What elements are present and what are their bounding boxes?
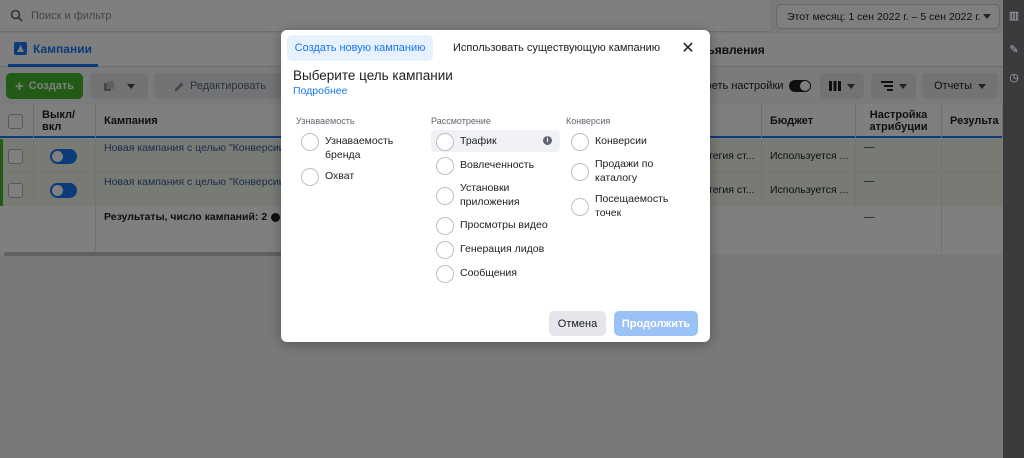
objective-label: Генерация лидов	[460, 243, 545, 255]
tab-create-new-campaign[interactable]: Создать новую кампанию	[287, 35, 433, 61]
radio-button[interactable]	[436, 241, 454, 259]
radio-button[interactable]	[301, 168, 319, 186]
objective-conversions[interactable]: Конверсии	[571, 133, 681, 151]
continue-button[interactable]: Продолжить	[614, 311, 698, 336]
edit-icon[interactable]: ✎	[1008, 44, 1020, 56]
conversion-heading: Конверсия	[566, 116, 611, 126]
radio-button[interactable]	[571, 163, 589, 181]
objective-label: Трафик	[460, 135, 497, 147]
campaign-objective-dialog: Создать новую кампанию Использовать суще…	[281, 30, 710, 342]
objective-label: Просмотры видео	[460, 219, 548, 231]
objective-reach[interactable]: Охват	[301, 168, 411, 186]
radio-button[interactable]	[571, 198, 589, 216]
radio-button[interactable]	[571, 133, 589, 151]
objective-label: Охват	[325, 170, 355, 182]
radio-button[interactable]	[301, 133, 319, 151]
objective-app-installs[interactable]: Установки приложения	[436, 181, 536, 209]
radio-button[interactable]	[436, 187, 454, 205]
history-icon[interactable]: ◷	[1008, 72, 1020, 84]
objective-lead-generation[interactable]: Генерация лидов	[436, 241, 556, 259]
objective-messages[interactable]: Сообщения	[436, 265, 556, 283]
consideration-heading: Рассмотрение	[431, 116, 491, 126]
objective-catalog-sales[interactable]: Продажи по каталогу	[571, 157, 661, 185]
radio-button[interactable]	[436, 133, 454, 151]
side-panel: ▥ ✎ ◷	[1003, 0, 1024, 458]
info-icon[interactable]: i	[543, 136, 552, 145]
bar-chart-icon[interactable]: ▥	[1008, 10, 1020, 22]
radio-button[interactable]	[436, 265, 454, 283]
objective-label: Посещаемость точек	[595, 193, 669, 219]
objective-label: Конверсии	[595, 135, 647, 147]
objective-label: Вовлеченность	[460, 159, 535, 171]
radio-button[interactable]	[436, 217, 454, 235]
objective-store-traffic[interactable]: Посещаемость точек	[571, 192, 681, 220]
objective-video-views[interactable]: Просмотры видео	[436, 217, 556, 235]
objective-label: Сообщения	[460, 267, 517, 279]
objective-brand-awareness[interactable]: Узнаваемость бренда	[301, 133, 411, 162]
awareness-heading: Узнаваемость	[296, 116, 355, 126]
objective-label: Продажи по каталогу	[595, 158, 654, 184]
objective-label: Установки приложения	[460, 182, 520, 208]
objective-engagement[interactable]: Вовлеченность	[436, 157, 556, 175]
learn-more-link[interactable]: Подробнее	[293, 85, 347, 97]
dialog-title: Выберите цель кампании	[293, 68, 453, 83]
objective-label: Узнаваемость бренда	[325, 135, 394, 161]
objective-traffic[interactable]: Трафик i	[431, 130, 560, 152]
tab-use-existing-campaign[interactable]: Использовать существующую кампанию	[441, 35, 672, 61]
radio-button[interactable]	[436, 157, 454, 175]
cancel-button[interactable]: Отмена	[549, 311, 606, 336]
close-icon[interactable]: ✕	[679, 39, 697, 57]
